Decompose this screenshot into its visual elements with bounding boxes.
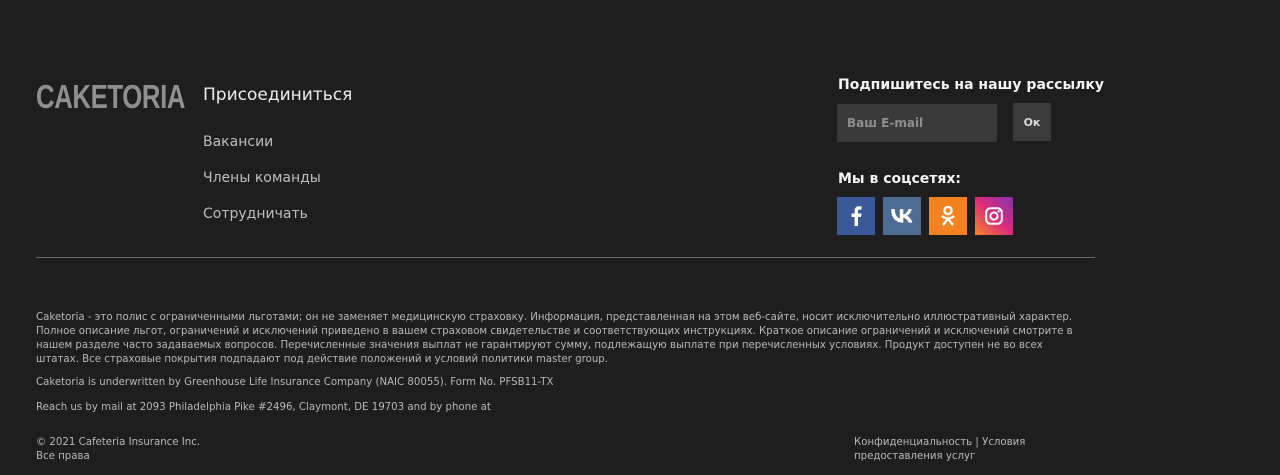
legal-separator: | bbox=[972, 437, 983, 448]
facebook-link[interactable] bbox=[837, 197, 875, 235]
cooperate-link[interactable]: Сотрудничать bbox=[203, 205, 308, 223]
instagram-link[interactable] bbox=[975, 197, 1013, 235]
underwriter-note: Caketoria is underwritten by Greenhouse … bbox=[36, 377, 554, 388]
privacy-link[interactable]: Конфиденциальность bbox=[854, 437, 972, 448]
social-heading: Мы в соцсетях: bbox=[838, 171, 962, 187]
footer-divider bbox=[36, 257, 1095, 258]
instagram-icon bbox=[985, 207, 1003, 225]
odnoklassniki-link[interactable] bbox=[929, 197, 967, 235]
caketoria-logo[interactable]: CAKETORIA bbox=[36, 80, 185, 113]
rights-line: Все права bbox=[36, 451, 90, 462]
copyright: © 2021 Cafeteria Insurance Inc. Все прав… bbox=[36, 436, 200, 464]
copyright-line: © 2021 Cafeteria Insurance Inc. bbox=[36, 437, 201, 448]
contact-note: Reach us by mail at 2093 Philadelphia Pi… bbox=[36, 402, 491, 413]
join-heading: Присоединиться bbox=[203, 85, 353, 105]
newsletter-email-input[interactable] bbox=[837, 104, 997, 142]
team-members-link[interactable]: Члены команды bbox=[203, 169, 321, 187]
odnoklassniki-icon bbox=[941, 205, 955, 226]
vacancies-link[interactable]: Вакансии bbox=[203, 133, 273, 151]
vk-icon bbox=[891, 209, 913, 223]
vk-link[interactable] bbox=[883, 197, 921, 235]
facebook-icon bbox=[851, 206, 862, 226]
legal-links: Конфиденциальность | Условия предоставле… bbox=[854, 436, 1074, 464]
insurance-disclaimer: Caketoria - это полис с ограниченными ль… bbox=[36, 312, 1073, 365]
newsletter-submit-button[interactable]: Ок bbox=[1013, 103, 1051, 141]
newsletter-heading: Подпишитесь на нашу рассылку bbox=[838, 77, 1105, 93]
